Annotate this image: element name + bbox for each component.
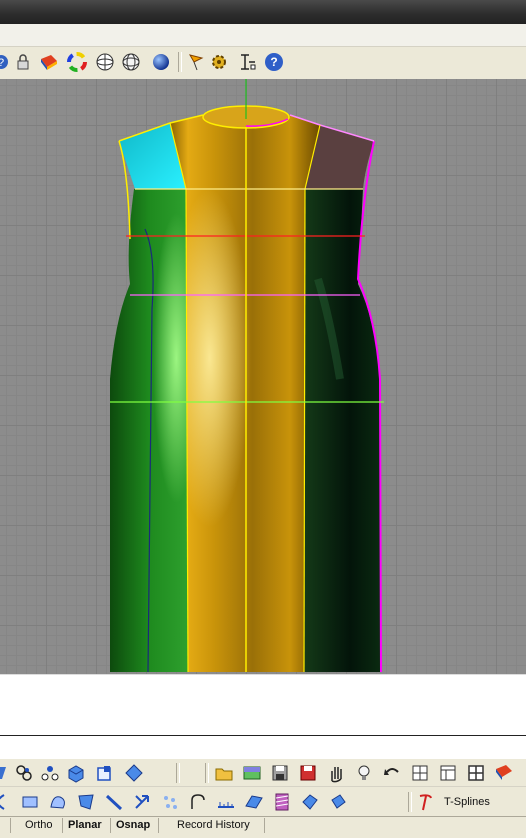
svg-text:?: ? [270, 55, 277, 69]
layout-icon[interactable] [436, 761, 460, 785]
solid-icon[interactable] [326, 790, 350, 814]
plane-icon[interactable] [242, 790, 266, 814]
tsplines-toolbars-label[interactable]: T-Splines toolbars [444, 790, 526, 832]
shape-icon[interactable] [46, 790, 70, 814]
bottom-toolbar-2: T-Splines toolbars [0, 786, 526, 832]
polygon-icon[interactable] [74, 790, 98, 814]
curve-icon[interactable] [0, 790, 12, 814]
sphere-points-icon[interactable] [12, 761, 36, 785]
status-ortho[interactable]: Ortho [25, 817, 53, 833]
dimension-icon[interactable] [236, 51, 258, 73]
tsplines-logo-icon [416, 790, 436, 814]
dress-model[interactable] [0, 79, 526, 674]
open-folder-icon[interactable] [212, 761, 236, 785]
menu-strip [0, 24, 526, 47]
toolbar-separator [408, 792, 412, 812]
points-icon[interactable] [38, 761, 62, 785]
help-partial-icon[interactable]: ? [0, 51, 12, 73]
four-viewports-icon[interactable] [464, 761, 488, 785]
arc-icon[interactable] [186, 790, 210, 814]
viewport-perspective[interactable] [0, 79, 526, 674]
line-icon[interactable] [102, 790, 126, 814]
diamond-icon[interactable] [122, 761, 146, 785]
right-panel [304, 189, 381, 672]
partial-icon[interactable] [0, 761, 10, 785]
grid-snap-icon[interactable] [408, 761, 432, 785]
save-red-icon[interactable] [296, 761, 320, 785]
square-icon[interactable] [92, 761, 116, 785]
grid-sphere-icon[interactable] [120, 51, 142, 73]
title-bar [0, 0, 526, 24]
status-divider [62, 818, 63, 833]
status-divider [110, 818, 111, 833]
rect-icon[interactable] [18, 790, 42, 814]
svg-text:?: ? [0, 57, 4, 69]
command-history-area[interactable] [0, 674, 526, 759]
striped-icon[interactable] [270, 790, 294, 814]
flag-icon[interactable] [184, 51, 206, 73]
command-line-divider [0, 735, 526, 736]
pan-hand-icon[interactable] [324, 761, 348, 785]
status-divider [158, 818, 159, 833]
toolbar-separator [205, 763, 209, 783]
toolbar-separator [178, 52, 182, 72]
arrows-icon[interactable] [130, 790, 154, 814]
status-record-history[interactable]: Record History [177, 817, 250, 833]
box-blue-icon[interactable] [64, 761, 88, 785]
scatter-icon[interactable] [158, 790, 182, 814]
undo-icon[interactable] [380, 761, 404, 785]
status-divider [10, 818, 11, 833]
color-wheel-icon[interactable] [66, 51, 88, 73]
lock-icon[interactable] [12, 51, 34, 73]
status-divider [264, 818, 265, 833]
gear-icon[interactable] [208, 51, 230, 73]
save-icon[interactable] [268, 761, 292, 785]
status-osnap[interactable]: Osnap [116, 817, 150, 833]
material-icon[interactable] [38, 51, 60, 73]
bulb-icon[interactable] [352, 761, 376, 785]
wireframe-sphere-icon[interactable] [94, 51, 116, 73]
surface-icon[interactable] [298, 790, 322, 814]
top-toolbar: ? ? [0, 47, 526, 80]
ruler-icon[interactable] [214, 790, 238, 814]
rendered-sphere-icon[interactable] [150, 51, 172, 73]
status-planar[interactable]: Planar [68, 817, 102, 833]
material-red-icon[interactable] [492, 761, 516, 785]
image-icon[interactable] [240, 761, 264, 785]
status-bar: Ortho Planar Osnap Record History [0, 816, 526, 834]
toolbar-separator [176, 763, 180, 783]
bottom-toolbar-1 [0, 758, 526, 787]
help-icon[interactable]: ? [263, 51, 285, 73]
